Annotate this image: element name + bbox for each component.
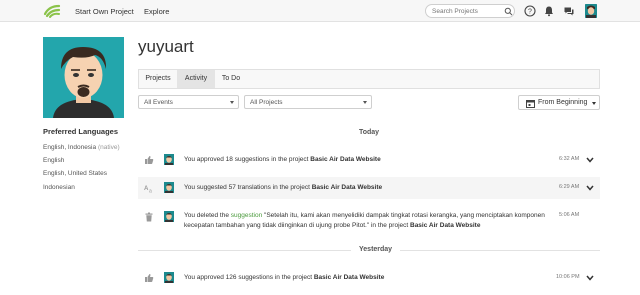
activity-project-name: Basic Air Data Website — [410, 222, 481, 229]
chevron-down-icon[interactable] — [586, 185, 594, 191]
activity-time: 6:29 AM — [559, 184, 580, 190]
language-native-tag: (native) — [97, 144, 120, 151]
search-box[interactable] — [425, 4, 515, 18]
activity-time: 6:32 AM — [559, 156, 580, 162]
chevron-down-icon[interactable] — [586, 275, 594, 281]
search-icon[interactable] — [504, 7, 513, 16]
activity-text: You approved 126 suggestions in the proj… — [184, 273, 384, 283]
tab-to-do[interactable]: To Do — [215, 70, 247, 88]
activity-row: You deleted the suggestion "Setelah itu,… — [138, 205, 600, 235]
activity-row: You approved 18 suggestions in the proje… — [138, 149, 600, 171]
calendar-icon — [526, 100, 535, 108]
language-item: English, Indonesia (native) — [43, 144, 120, 151]
activity-text: You approved 18 suggestions in the proje… — [184, 155, 381, 165]
date-range-label: From Beginning — [538, 99, 588, 106]
profile-tabs: Projects Activity To Do — [138, 69, 600, 89]
translate-icon: A a — [144, 186, 152, 194]
preferred-languages-title: Preferred Languages — [43, 127, 119, 136]
events-filter-value: All Events — [144, 99, 173, 106]
crowdin-logo-icon[interactable] — [43, 4, 61, 18]
activity-row: You approved 126 suggestions in the proj… — [138, 267, 600, 289]
activity-time: 5:06 AM — [559, 212, 580, 218]
activity-text: You deleted the suggestion "Setelah itu,… — [184, 211, 545, 231]
language-item: English, United States — [43, 170, 107, 177]
profile-username: yuyuart — [138, 37, 194, 56]
row-user-avatar — [164, 211, 174, 222]
caret-down-icon — [363, 101, 367, 104]
activity-description: You deleted the — [184, 212, 231, 219]
svg-text:a: a — [149, 189, 152, 194]
svg-text:?: ? — [528, 9, 532, 16]
row-user-avatar — [164, 154, 174, 165]
activity-project-name: Basic Air Data Website — [311, 184, 383, 191]
caret-down-icon — [230, 101, 234, 104]
activity-quote-line2: kecepatan tambahan yang tidak diinginkan… — [184, 222, 410, 229]
nav-start-own-project[interactable]: Start Own Project — [75, 7, 134, 16]
activity-project-name: Basic Air Data Website — [310, 156, 381, 163]
help-icon[interactable]: ? — [524, 5, 536, 17]
activity-row: A a You suggested 57 translations in the… — [138, 177, 600, 199]
row-user-avatar — [164, 182, 174, 193]
messages-icon[interactable] — [563, 5, 575, 17]
trash-icon — [145, 212, 153, 222]
language-item: English — [43, 157, 65, 164]
notifications-bell-icon[interactable] — [543, 5, 555, 17]
activity-description: You approved 126 suggestions in the proj… — [184, 274, 314, 281]
activity-text: You suggested 57 translations in the pro… — [184, 183, 382, 193]
search-input[interactable] — [432, 6, 502, 17]
language-name: English, Indonesia — [43, 144, 97, 151]
day-header-yesterday: Yesterday — [351, 246, 401, 253]
suggestion-link[interactable]: suggestion — [231, 212, 262, 219]
projects-filter-value: All Projects — [250, 99, 283, 106]
projects-filter-select[interactable]: All Projects — [244, 95, 372, 109]
activity-quote-line1: "Setelah itu, kami akan menyelidiki damp… — [262, 212, 545, 219]
row-user-avatar — [164, 272, 174, 283]
caret-down-icon — [592, 102, 596, 105]
top-navbar: Start Own Project Explore ? — [0, 0, 640, 22]
language-item: Indonesian — [43, 184, 75, 191]
profile-avatar — [43, 37, 124, 118]
nav-explore[interactable]: Explore — [144, 7, 169, 16]
thumbs-up-icon — [145, 155, 154, 164]
tab-projects[interactable]: Projects — [139, 70, 177, 88]
thumbs-up-icon — [145, 273, 154, 282]
chevron-down-icon[interactable] — [586, 157, 594, 163]
day-header-today: Today — [358, 129, 380, 136]
activity-description: You suggested 57 translations in the pro… — [184, 184, 312, 191]
date-range-button[interactable]: From Beginning — [518, 95, 600, 110]
events-filter-select[interactable]: All Events — [138, 95, 239, 109]
activity-project-name: Basic Air Data Website — [313, 274, 385, 281]
tab-activity[interactable]: Activity — [177, 70, 215, 88]
activity-description: You approved 18 suggestions in the proje… — [184, 156, 311, 163]
user-avatar[interactable] — [585, 4, 597, 18]
activity-time: 10:06 PM — [556, 274, 580, 280]
